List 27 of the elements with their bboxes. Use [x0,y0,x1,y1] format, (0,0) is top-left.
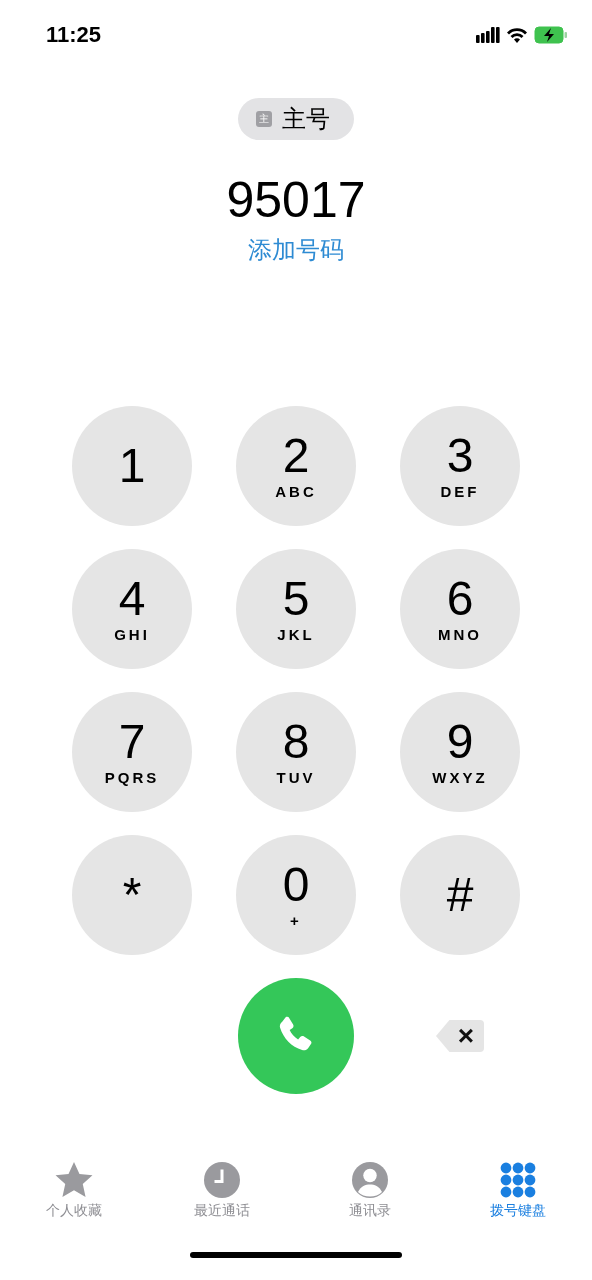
line-selector[interactable]: 主 主号 [238,98,354,140]
dial-key[interactable]: 1 [72,406,192,526]
dial-key[interactable]: 2 ABC [236,406,356,526]
dial-key[interactable]: 6 MNO [400,549,520,669]
dial-key[interactable]: 0 + [236,835,356,955]
person-icon [352,1162,388,1198]
add-number-link[interactable]: 添加号码 [248,234,344,266]
dial-key[interactable]: 5 JKL [236,549,356,669]
line-label: 主号 [282,104,330,134]
delete-button[interactable]: × [436,1020,484,1052]
line-badge: 主 [256,111,272,127]
dialed-number: 95017 [226,171,366,230]
dial-key[interactable]: 4 GHI [72,549,192,669]
dial-key[interactable]: 9 WXYZ [400,692,520,812]
star-icon [55,1162,93,1198]
dial-key[interactable]: # [400,835,520,955]
dial-key[interactable]: 8 TUV [236,692,356,812]
clock-icon [204,1162,240,1198]
keypad-icon [500,1162,536,1198]
tab-item[interactable]: 拨号键盘 [444,1162,592,1220]
dial-key[interactable]: 7 PQRS [72,692,192,812]
wifi-icon [506,27,528,43]
dial-key[interactable]: 3 DEF [400,406,520,526]
dial-key[interactable]: * [72,835,192,955]
status-time: 11:25 [46,22,102,48]
signal-icon [476,27,500,43]
battery-icon [534,26,568,44]
